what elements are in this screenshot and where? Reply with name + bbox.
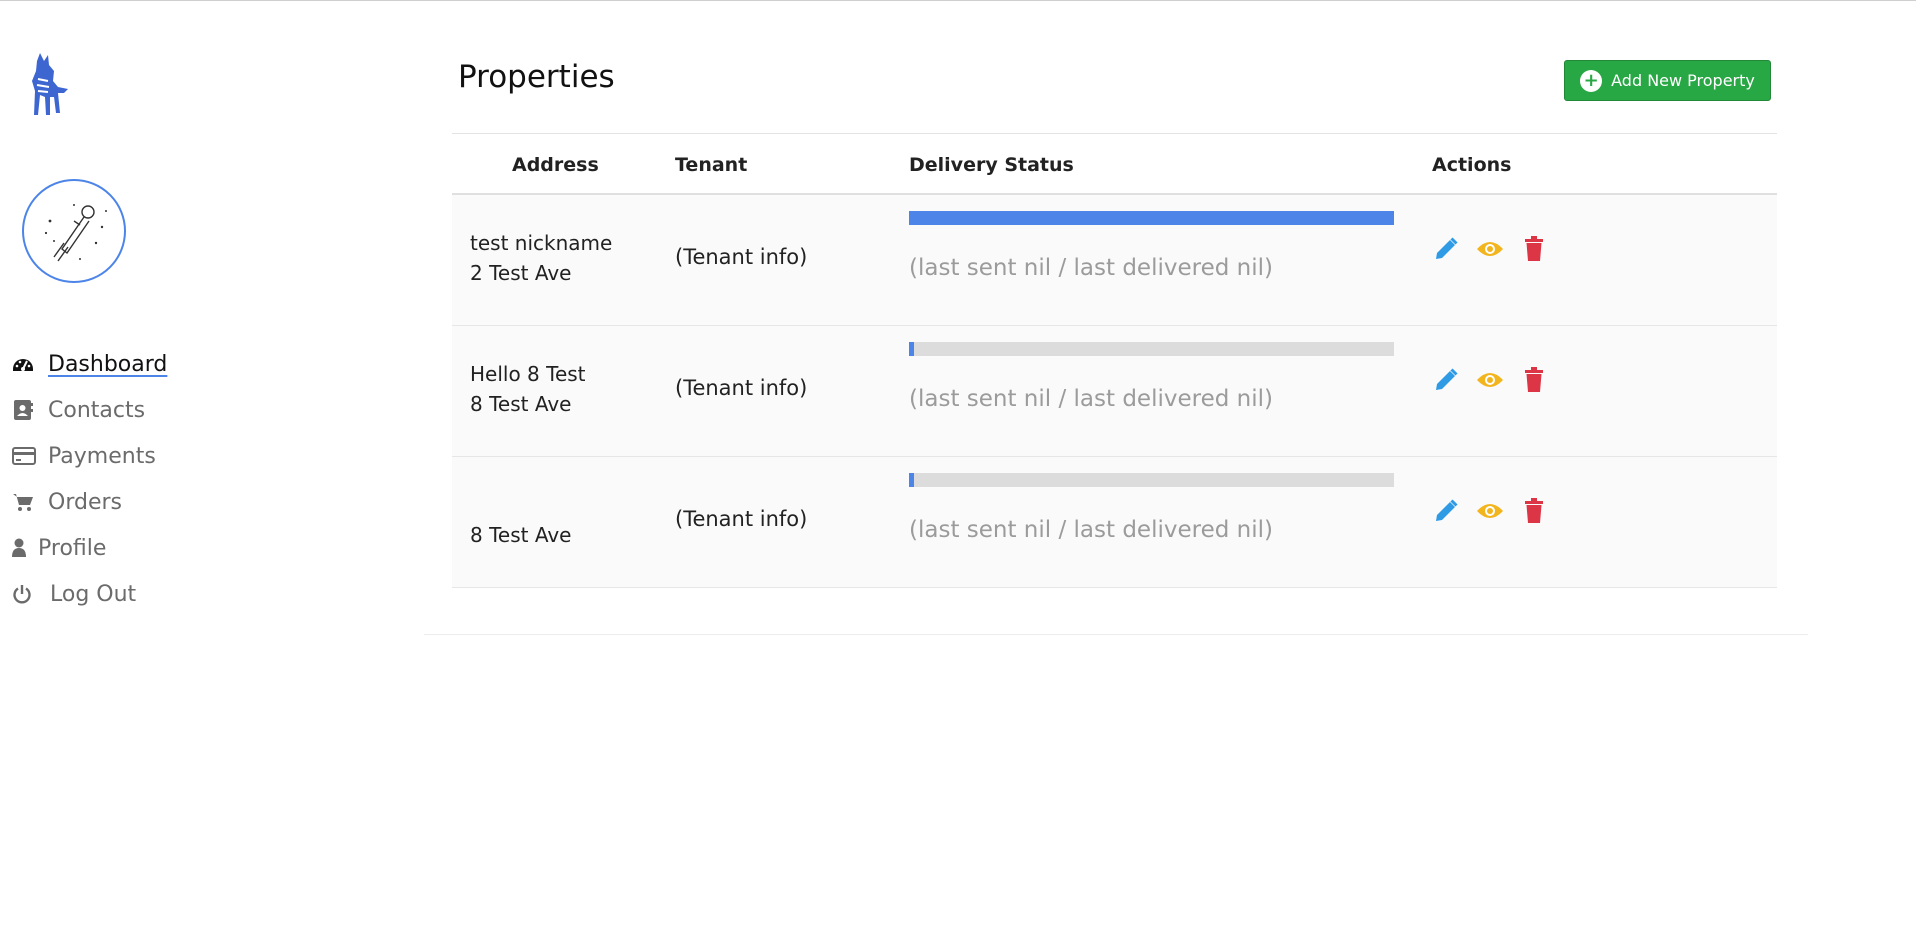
table-row: Hello 8 Test 8 Test Ave (Tenant info) (l…: [452, 326, 1777, 457]
delivery-progress-fill: [909, 342, 914, 356]
nav-label-profile: Profile: [38, 535, 107, 561]
eye-icon[interactable]: [1476, 366, 1504, 394]
eye-icon[interactable]: [1476, 235, 1504, 263]
pencil-icon[interactable]: [1432, 235, 1460, 263]
sidebar: Dashboard Contacts Payments Orders Profi…: [0, 1, 420, 941]
avatar[interactable]: [22, 179, 126, 283]
nav-item-logout[interactable]: Log Out: [12, 571, 167, 617]
trash-icon[interactable]: [1520, 497, 1548, 525]
address-street: 8 Test Ave: [470, 523, 572, 547]
tenant-cell: (Tenant info): [675, 245, 808, 269]
nav-item-orders[interactable]: Orders: [12, 479, 167, 525]
nav-item-contacts[interactable]: Contacts: [12, 387, 167, 433]
delivery-status-text: (last sent nil / last delivered nil): [909, 386, 1273, 412]
table-row: test nickname 2 Test Ave (Tenant info) (…: [452, 195, 1777, 326]
nav-item-payments[interactable]: Payments: [12, 433, 167, 479]
credit-card-icon: [12, 445, 38, 467]
tenant-cell: (Tenant info): [675, 507, 808, 531]
table-header: Address Tenant Delivery Status Actions: [452, 133, 1777, 195]
column-header-delivery-status: Delivery Status: [909, 154, 1074, 176]
power-icon: [12, 583, 40, 605]
user-icon: [12, 537, 28, 559]
sidebar-nav: Dashboard Contacts Payments Orders Profi…: [12, 341, 167, 617]
row-actions: [1432, 497, 1564, 525]
row-actions: [1432, 235, 1564, 263]
address-cell: test nickname 2 Test Ave: [470, 228, 612, 288]
address-nickname: test nickname: [470, 231, 613, 255]
delivery-progress-fill: [909, 473, 914, 487]
address-cell: 8 Test Ave: [470, 490, 571, 550]
column-header-actions: Actions: [1432, 154, 1512, 176]
shopping-cart-icon: [12, 491, 38, 513]
nav-label-dashboard: Dashboard: [48, 351, 168, 377]
column-header-tenant: Tenant: [675, 154, 748, 176]
add-new-property-label: Add New Property: [1611, 71, 1755, 90]
pencil-icon[interactable]: [1432, 366, 1460, 394]
delivery-progress-bar: [909, 211, 1394, 225]
address-book-icon: [12, 399, 38, 421]
page-title: Properties: [458, 59, 615, 95]
delivery-status-text: (last sent nil / last delivered nil): [909, 517, 1273, 543]
address-nickname: [470, 490, 571, 520]
divider: [424, 634, 1808, 635]
nav-label-contacts: Contacts: [48, 397, 146, 423]
address-street: 2 Test Ave: [470, 261, 572, 285]
trash-icon[interactable]: [1520, 235, 1548, 263]
trash-icon[interactable]: [1520, 366, 1548, 394]
delivery-progress-bar: [909, 342, 1394, 356]
properties-table: Address Tenant Delivery Status Actions t…: [452, 133, 1777, 588]
nav-label-orders: Orders: [48, 489, 122, 515]
nav-label-payments: Payments: [48, 443, 156, 469]
column-header-address: Address: [512, 154, 599, 176]
brand-logo-icon[interactable]: [28, 51, 76, 121]
nav-item-dashboard[interactable]: Dashboard: [12, 341, 167, 387]
nav-label-logout: Log Out: [50, 581, 137, 607]
eye-icon[interactable]: [1476, 497, 1504, 525]
tenant-cell: (Tenant info): [675, 376, 808, 400]
table-row: 8 Test Ave (Tenant info) (last sent nil …: [452, 457, 1777, 588]
nav-item-profile[interactable]: Profile: [12, 525, 167, 571]
row-actions: [1432, 366, 1564, 394]
add-new-property-button[interactable]: + Add New Property: [1564, 60, 1771, 101]
delivery-progress-bar: [909, 473, 1394, 487]
delivery-progress-fill: [909, 211, 1394, 225]
plus-circle-icon: +: [1580, 69, 1603, 92]
dashboard-gauge-icon: [12, 353, 38, 375]
pencil-icon[interactable]: [1432, 497, 1460, 525]
address-nickname: Hello 8 Test: [470, 362, 586, 386]
delivery-status-text: (last sent nil / last delivered nil): [909, 255, 1273, 281]
address-cell: Hello 8 Test 8 Test Ave: [470, 359, 586, 419]
address-street: 8 Test Ave: [470, 392, 572, 416]
